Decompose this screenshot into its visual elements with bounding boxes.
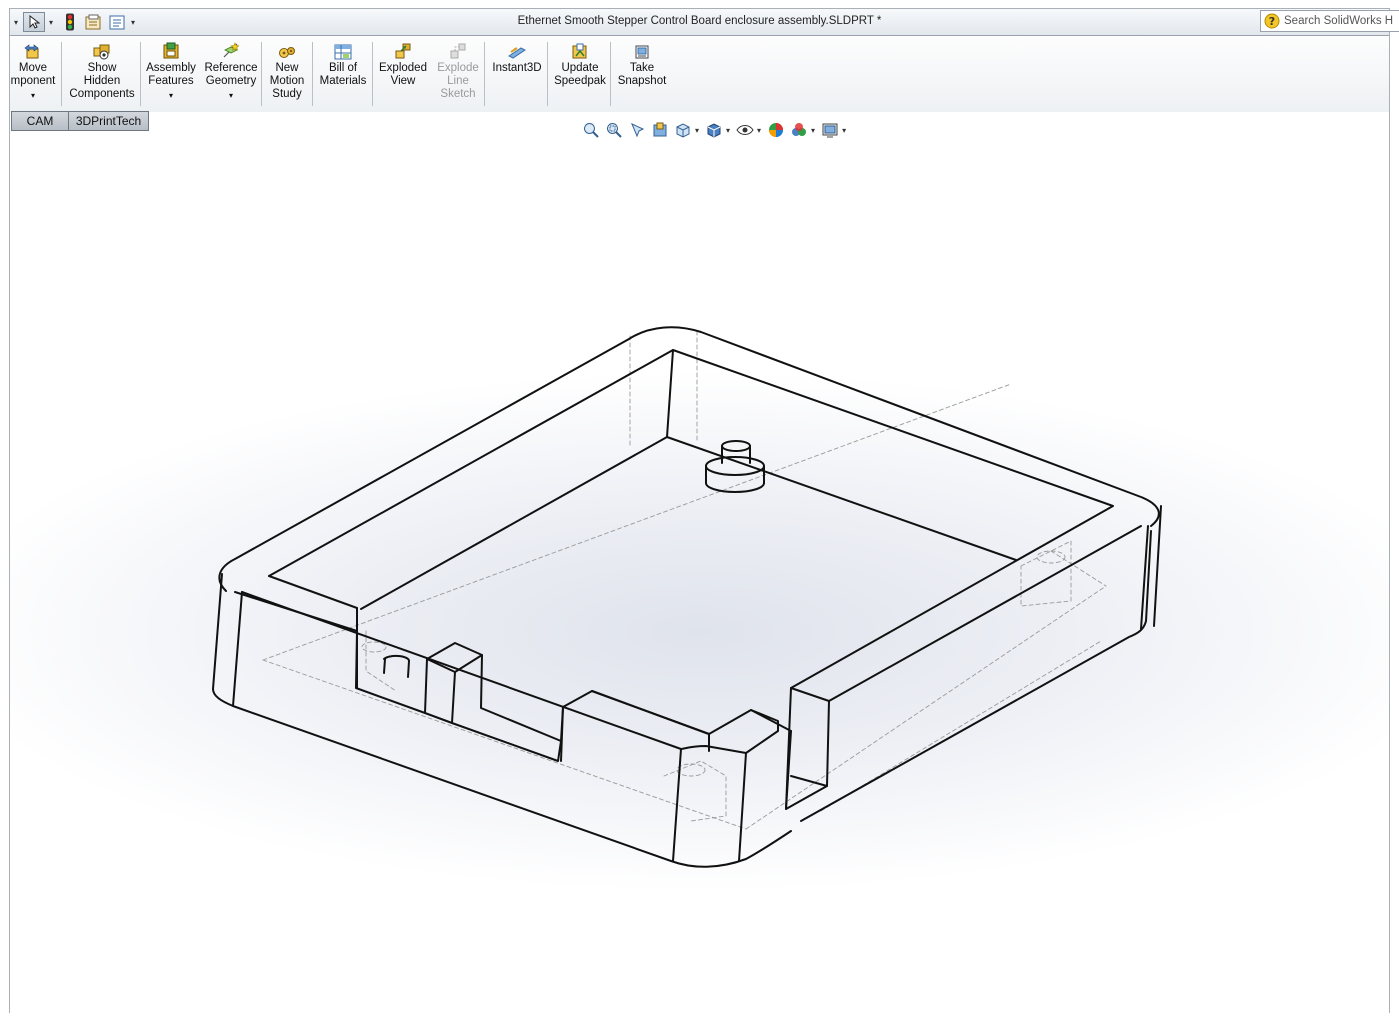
window-title: Ethernet Smooth Stepper Control Board en… — [517, 15, 882, 27]
ribbon-separator — [484, 42, 485, 106]
reference-geometry-label: Reference Geometry — [204, 62, 258, 87]
chevron-down-icon[interactable]: ▾ — [842, 126, 846, 135]
tab-3dprinttech[interactable]: 3DPrintTech — [69, 111, 149, 131]
chevron-down-icon[interactable]: ▾ — [695, 126, 699, 135]
ribbon-separator — [610, 42, 611, 106]
new-motion-study-label: New Motion Study — [269, 62, 305, 100]
chevron-down-icon[interactable]: ▾ — [757, 126, 761, 135]
ribbon-separator — [140, 42, 141, 106]
zoom-to-area-icon — [606, 123, 622, 138]
explode-line-sketch-button[interactable]: Explode Line Sketch — [432, 38, 484, 110]
chevron-down-icon[interactable]: ▾ — [31, 89, 35, 102]
snapshot-icon — [635, 45, 649, 59]
zoom-to-area-button[interactable] — [603, 120, 624, 140]
reference-geometry-button[interactable]: Reference Geometry ▾ — [200, 38, 262, 110]
display-style-button[interactable] — [703, 120, 724, 140]
ribbon-separator — [312, 42, 313, 106]
show-hidden-components-button[interactable]: Show Hidden Components — [66, 38, 138, 110]
show-hidden-components-label: Show Hidden Components — [69, 62, 135, 100]
exploded-view-icon — [395, 43, 411, 59]
help-question-icon: ? — [1264, 13, 1280, 29]
reference-geometry-icon — [223, 42, 240, 58]
display-style-icon — [707, 123, 721, 138]
solidworks-window: ▾ ▾ ▾ Ethernet Smooth Stepper Control Bo… — [9, 8, 1399, 1013]
command-manager: Move mponent ▾ Show Hidden Components As… — [10, 36, 1389, 113]
instant3d-label: Instant3D — [492, 62, 542, 74]
search-solidworks-help-input[interactable]: ? Search SolidWorks H — [1260, 10, 1399, 32]
take-snapshot-button[interactable]: Take Snapshot — [614, 38, 670, 110]
hide-show-items-icon — [735, 125, 754, 135]
enclosure-model[interactable] — [10, 112, 1389, 1013]
new-motion-study-button[interactable]: New Motion Study — [265, 38, 309, 110]
hide-show-items-button[interactable] — [734, 120, 755, 140]
previous-view-icon — [630, 123, 644, 138]
assembly-features-label: Assembly Features — [146, 62, 196, 87]
search-placeholder: Search SolidWorks H — [1284, 15, 1394, 27]
section-view-icon — [653, 122, 666, 137]
chevron-down-icon[interactable]: ▾ — [229, 89, 233, 102]
visible-edges — [212, 326, 1162, 868]
section-view-button[interactable] — [649, 120, 670, 140]
chevron-down-icon[interactable]: ▾ — [811, 126, 815, 135]
move-component-button[interactable]: Move mponent ▾ — [10, 38, 56, 110]
update-speedpak-label: Update Speedpak — [554, 62, 606, 87]
previous-view-button[interactable] — [626, 120, 647, 140]
edit-appearance-icon — [768, 123, 783, 137]
bill-of-materials-button[interactable]: Bill of Materials — [316, 38, 370, 110]
zoom-to-fit-button[interactable] — [580, 120, 601, 140]
chevron-down-icon[interactable]: ▾ — [726, 126, 730, 135]
assembly-features-button[interactable]: Assembly Features ▾ — [144, 38, 198, 110]
bill-of-materials-label: Bill of Materials — [319, 62, 367, 87]
explode-line-sketch-label: Explode Line Sketch — [437, 62, 479, 100]
command-manager-tabs: CAM 3DPrintTech — [11, 111, 149, 131]
svg-text:?: ? — [1269, 15, 1275, 28]
ribbon-separator — [547, 42, 548, 106]
graphics-area[interactable]: ▾ ▾ ▾ ▾ ▾ — [10, 112, 1389, 1013]
explode-line-sketch-icon — [450, 43, 466, 59]
ribbon-separator — [372, 42, 373, 106]
update-speedpak-button[interactable]: Update Speedpak — [551, 38, 609, 110]
ribbon-separator — [61, 42, 62, 106]
apply-scene-button[interactable] — [788, 120, 809, 140]
hidden-edges — [262, 330, 1107, 830]
move-component-icon — [24, 44, 39, 59]
motion-study-icon — [279, 47, 295, 58]
chevron-down-icon[interactable]: ▾ — [169, 89, 173, 102]
instant3d-button[interactable]: Instant3D — [488, 38, 546, 110]
assembly-features-icon — [163, 42, 179, 59]
view-settings-button[interactable] — [819, 120, 840, 140]
ribbon-separator — [261, 42, 262, 106]
speedpak-icon — [572, 43, 587, 59]
exploded-view-label: Exploded View — [379, 62, 427, 87]
tab-cam[interactable]: CAM — [11, 111, 69, 131]
take-snapshot-label: Take Snapshot — [617, 62, 667, 87]
bill-of-materials-icon — [334, 44, 352, 60]
zoom-to-fit-icon — [583, 123, 599, 138]
apply-scene-icon — [791, 123, 806, 136]
heads-up-view-toolbar: ▾ ▾ ▾ ▾ ▾ — [580, 119, 848, 141]
edit-appearance-button[interactable] — [765, 120, 786, 140]
title-bar: ▾ ▾ ▾ Ethernet Smooth Stepper Control Bo… — [10, 9, 1399, 36]
view-settings-icon — [822, 123, 838, 138]
exploded-view-button[interactable]: Exploded View — [376, 38, 430, 110]
move-component-label: Move mponent — [10, 62, 56, 87]
view-orientation-button[interactable] — [672, 120, 693, 140]
instant3d-icon — [508, 47, 526, 59]
show-hidden-components-icon — [93, 44, 110, 60]
view-orientation-icon — [676, 123, 689, 138]
